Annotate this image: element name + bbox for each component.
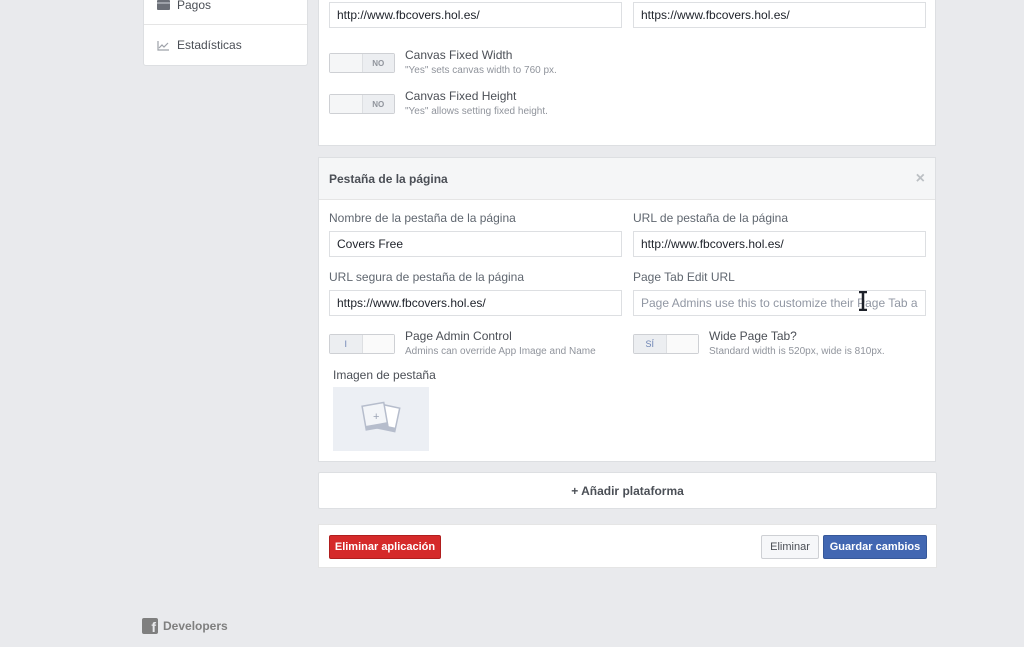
wide-page-tab-desc: Standard width is 520px, wide is 810px. — [709, 346, 885, 357]
sidebar-item-label: Estadísticas — [177, 38, 242, 52]
footer-label: Developers — [163, 619, 228, 633]
delete-app-button[interactable]: Eliminar aplicación — [329, 535, 441, 559]
wide-page-tab-toggle[interactable]: SÍ — [633, 334, 699, 354]
canvas-fixed-height-title: Canvas Fixed Height — [405, 89, 517, 103]
canvas-url-input[interactable] — [329, 2, 622, 28]
wide-page-tab-title: Wide Page Tab? — [709, 329, 797, 343]
facebook-logo-icon: f — [142, 618, 158, 634]
svg-text:+: + — [373, 411, 379, 423]
tab-url-label: URL de pestaña de la página — [633, 211, 789, 225]
page-admin-control-toggle[interactable]: I — [329, 334, 395, 354]
secure-canvas-url-input[interactable] — [633, 2, 926, 28]
canvas-fixed-width-title: Canvas Fixed Width — [405, 48, 513, 62]
text-cursor-icon — [859, 291, 867, 311]
sidebar-item-estadisticas[interactable]: Estadísticas — [144, 26, 307, 64]
tab-name-input[interactable] — [329, 231, 622, 257]
tab-name-label: Nombre de la pestaña de la página — [329, 211, 516, 225]
save-changes-button[interactable]: Guardar cambios — [823, 535, 927, 559]
tab-image-label: Imagen de pestaña — [333, 368, 436, 382]
secure-tab-url-label: URL segura de pestaña de la página — [329, 270, 525, 284]
card-icon — [156, 0, 170, 10]
chart-icon — [156, 40, 170, 51]
sidebar-item-pagos[interactable]: Pagos — [144, 0, 307, 25]
canvas-fixed-width-desc: "Yes" sets canvas width to 760 px. — [405, 65, 557, 76]
delete-button[interactable]: Eliminar — [761, 535, 819, 559]
sidebar: Pagos Estadísticas — [143, 0, 308, 66]
sidebar-item-label: Pagos — [177, 0, 212, 12]
page-tab-title: Pestaña de la página — [329, 171, 448, 186]
add-platform-button[interactable]: + Añadir plataforma — [318, 472, 937, 509]
canvas-fixed-height-desc: "Yes" allows setting fixed height. — [405, 106, 548, 117]
footer-developers-link[interactable]: f Developers — [142, 618, 228, 634]
page-tab-panel: Pestaña de la página × Nombre de la pest… — [318, 157, 936, 462]
close-icon[interactable]: × — [916, 170, 925, 188]
edit-url-label: Page Tab Edit URL — [633, 270, 735, 284]
canvas-fixed-width-toggle[interactable]: NO — [329, 53, 395, 73]
page-admin-control-desc: Admins can override App Image and Name — [405, 346, 596, 357]
page-tab-header: Pestaña de la página × — [319, 158, 935, 200]
edit-url-input[interactable] — [633, 290, 926, 316]
canvas-panel: NO Canvas Fixed Width "Yes" sets canvas … — [318, 0, 936, 146]
canvas-fixed-height-toggle[interactable]: NO — [329, 94, 395, 114]
page-admin-control-title: Page Admin Control — [405, 329, 512, 343]
tab-url-input[interactable] — [633, 231, 926, 257]
action-bar: Eliminar aplicación Eliminar Guardar cam… — [318, 524, 937, 568]
tab-image-upload[interactable]: + — [333, 387, 429, 451]
secure-tab-url-input[interactable] — [329, 290, 622, 316]
image-add-icon: + — [361, 401, 401, 433]
